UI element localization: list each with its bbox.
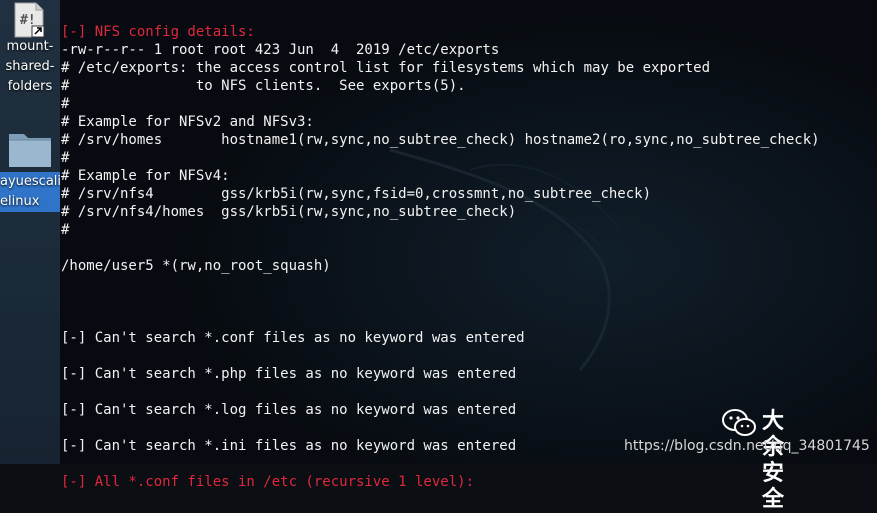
terminal-line: # bbox=[61, 150, 70, 166]
terminal-line: # /srv/homes hostname1(rw,sync,no_subtre… bbox=[61, 132, 820, 148]
terminal-line: [-] Can't search *.php files as no keywo… bbox=[61, 366, 517, 382]
shell-script-icon: #! bbox=[14, 2, 45, 38]
terminal-line: [-] Can't search *.log files as no keywo… bbox=[61, 402, 517, 418]
wechat-icon bbox=[722, 409, 756, 436]
terminal-line: [-] All *.conf files in /etc (recursive … bbox=[61, 474, 475, 490]
terminal-line: # /etc/exports: the access control list … bbox=[61, 60, 711, 76]
desktop-item-label: folders bbox=[7, 79, 53, 94]
terminal-line: # Example for NFSv4: bbox=[61, 168, 230, 184]
terminal-line: [-] Can't search *.conf files as no keyw… bbox=[61, 330, 525, 346]
terminal-line: [-] NFS config details: bbox=[61, 24, 255, 40]
terminal-line: -rw-r--r-- 1 root root 423 Jun 4 2019 /e… bbox=[61, 42, 500, 58]
terminal-line: # Example for NFSv2 and NFSv3: bbox=[61, 114, 314, 130]
folder-icon bbox=[9, 134, 51, 167]
terminal-line: # /srv/nfs4/homes gss/krb5i(rw,sync,no_s… bbox=[61, 204, 517, 220]
folder-label-selected: ayuescali elinux bbox=[0, 172, 62, 212]
terminal-line: # to NFS clients. See exports(5). bbox=[61, 78, 466, 94]
terminal-line: # /srv/nfs4 gss/krb5i(rw,sync,fsid=0,cro… bbox=[61, 186, 652, 202]
watermark-brand: 大余安全 bbox=[762, 409, 785, 512]
terminal-line: # bbox=[61, 222, 70, 238]
watermark-url: https://blog.csdn.net/qq_34801745 bbox=[624, 438, 870, 454]
desktop-item-label: elinux bbox=[0, 194, 40, 209]
terminal-line: # bbox=[61, 96, 70, 112]
desktop-sidebar: #! mount- shared- folders ayuescali elin… bbox=[0, 0, 62, 464]
terminal-line: [-] Can't search *.ini files as no keywo… bbox=[61, 438, 517, 454]
desktop-item-label: ayuescali bbox=[0, 174, 62, 189]
terminal-line: /home/user5 *(rw,no_root_squash) bbox=[61, 258, 331, 274]
desktop-item-label: shared- bbox=[5, 59, 55, 74]
desktop-item-label: mount- bbox=[6, 39, 54, 54]
